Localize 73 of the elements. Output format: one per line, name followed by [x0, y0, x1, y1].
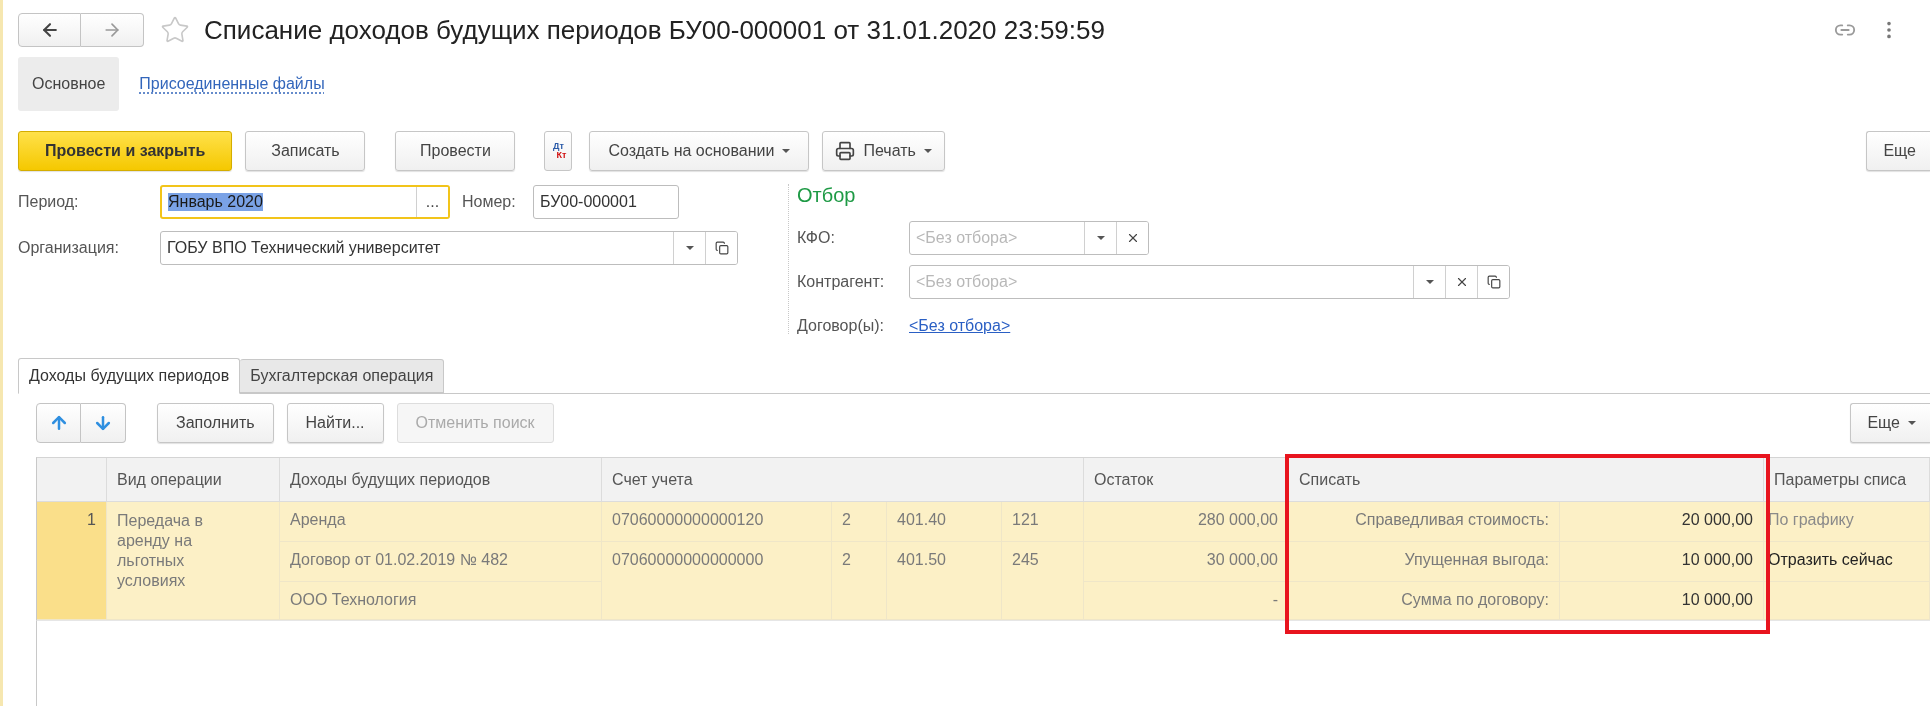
- counterparty-field[interactable]: <Без отбора>: [909, 265, 1510, 299]
- table-cell: Договор от 01.02.2019 № 482: [280, 542, 602, 582]
- move-up-button[interactable]: [36, 403, 81, 443]
- choose-button[interactable]: ...: [416, 187, 448, 217]
- field-label: Период:: [18, 193, 80, 211]
- toolbar-button[interactable]: Найти...: [286, 403, 384, 443]
- table-cell: Отразить сейчас: [1764, 542, 1930, 582]
- caret-icon: [1425, 280, 1434, 284]
- tab[interactable]: Бухгалтерская операция: [240, 359, 445, 393]
- create-based-on-button[interactable]: Создать на основании: [589, 131, 810, 171]
- printer-icon: [835, 141, 856, 161]
- toolbar-button[interactable]: Записать: [245, 131, 366, 171]
- field-label: Договор(ы):: [797, 317, 885, 335]
- clear-button[interactable]: [1116, 222, 1148, 254]
- period-field[interactable]: Январь 2020 ...: [160, 185, 450, 219]
- organization-field[interactable]: ГОБУ ВПО Технический университет: [160, 231, 738, 265]
- more-button[interactable]: Еще: [1866, 131, 1930, 171]
- table-cell: Аренда: [280, 502, 602, 542]
- table-cell: 20 000,00: [1560, 502, 1764, 542]
- table-cell: Упущенная выгода:: [1289, 542, 1560, 582]
- table-cell: 2: [832, 542, 887, 620]
- column-header: Вид операции: [107, 458, 280, 502]
- form-tab-link[interactable]: Присоединенные файлы: [139, 57, 325, 111]
- open-icon: [714, 241, 729, 255]
- table-cell: 401.40: [887, 502, 1002, 542]
- table-cell: Справедливая стоимость:: [1289, 502, 1560, 542]
- kfo-field[interactable]: <Без отбора>: [909, 221, 1149, 255]
- table-cell: 245: [1002, 542, 1084, 620]
- table-cell: 07060000000000000: [602, 542, 832, 620]
- table-cell: 121: [1002, 502, 1084, 542]
- form-tab[interactable]: Основное: [18, 57, 120, 111]
- column-header: Списать: [1289, 458, 1764, 502]
- table-cell: ООО Технология: [280, 582, 602, 620]
- table-cell: Передача в аренду на льготных условиях: [107, 502, 280, 620]
- field-label: Номер:: [462, 193, 517, 211]
- more-button[interactable]: Еще: [1850, 403, 1930, 443]
- caret-icon: [923, 149, 932, 153]
- column-header: Параметры списа: [1764, 458, 1930, 502]
- open-button[interactable]: [1477, 266, 1509, 298]
- field-label: Организация:: [18, 239, 120, 257]
- caret-icon: [782, 149, 791, 153]
- print-button[interactable]: Печать: [822, 131, 945, 171]
- table-cell: 07060000000000120: [602, 502, 832, 542]
- star-icon[interactable]: [160, 15, 190, 45]
- open-button[interactable]: [705, 232, 737, 264]
- table-cell: 401.50: [887, 542, 1002, 620]
- caret-icon: [1908, 421, 1916, 425]
- field-label: Контрагент:: [797, 273, 886, 291]
- input-field[interactable]: <Без отбора>: [910, 266, 1413, 298]
- caret-icon: [685, 246, 694, 250]
- tab[interactable]: Доходы будущих периодов: [18, 358, 241, 394]
- dt-kt-button[interactable]: Дт Кт: [544, 131, 573, 171]
- table-cell: 10 000,00: [1560, 542, 1764, 582]
- table-cell: Сумма по договору:: [1289, 582, 1560, 620]
- back-button[interactable]: [18, 13, 81, 47]
- table-cell: 2: [832, 502, 887, 542]
- window-title: Списание доходов будущих периодов БУ00-000001 от 31.01.2020 23:59:59: [204, 14, 1106, 46]
- column-header: Доходы будущих периодов: [280, 458, 602, 502]
- toolbar-button[interactable]: Провести: [395, 131, 516, 171]
- move-down-button[interactable]: [81, 403, 126, 443]
- caret-icon: [1096, 236, 1105, 240]
- column-header: Счет учета: [602, 458, 1084, 502]
- field-label: КФО:: [797, 229, 836, 247]
- post-close-button[interactable]: Провести и закрыть: [18, 131, 233, 171]
- input-field[interactable]: ГОБУ ВПО Технический университет: [161, 232, 673, 264]
- input-field[interactable]: <Без отбора>: [910, 222, 1084, 254]
- table-cell: 10 000,00: [1560, 582, 1764, 620]
- row-number: 1: [37, 502, 107, 620]
- filter-link[interactable]: <Без отбора>: [909, 317, 1011, 335]
- toolbar-button[interactable]: Заполнить: [157, 403, 274, 443]
- number-field[interactable]: БУ00-000001: [534, 186, 678, 218]
- open-icon: [1486, 275, 1501, 289]
- section-title: Отбор: [797, 184, 857, 208]
